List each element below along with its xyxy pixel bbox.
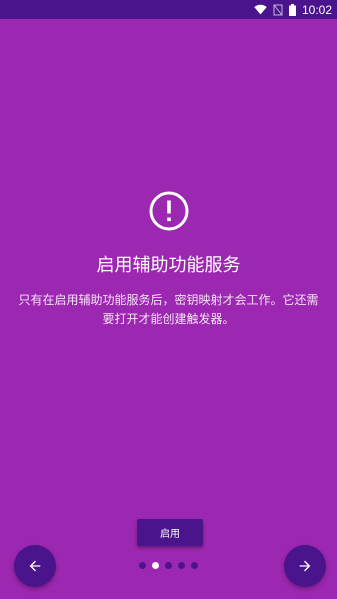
- arrow-right-icon: [299, 560, 311, 572]
- page-dot-active[interactable]: [152, 562, 159, 569]
- page-dot[interactable]: [139, 562, 146, 569]
- status-bar: 10:02: [0, 0, 337, 19]
- page-title: 启用辅助功能服务: [96, 255, 241, 276]
- page-description: 只有在启用辅助功能服务后，密钥映射才会工作。它还需要打开才能创建触发器。: [18, 293, 319, 326]
- no-signal-icon: [273, 4, 283, 16]
- battery-icon: [288, 3, 296, 16]
- status-time: 10:02: [301, 2, 332, 17]
- page-dot[interactable]: [178, 562, 185, 569]
- wifi-icon: [254, 4, 267, 15]
- page-dot[interactable]: [165, 562, 172, 569]
- intro-content: 启用辅助功能服务 只有在启用辅助功能服务后，密钥映射才会工作。它还需要打开才能创…: [0, 190, 337, 329]
- alert-circle-icon: [149, 191, 188, 231]
- enable-button[interactable]: 启用: [137, 519, 203, 546]
- page-dot[interactable]: [191, 562, 198, 569]
- next-button[interactable]: [284, 545, 326, 587]
